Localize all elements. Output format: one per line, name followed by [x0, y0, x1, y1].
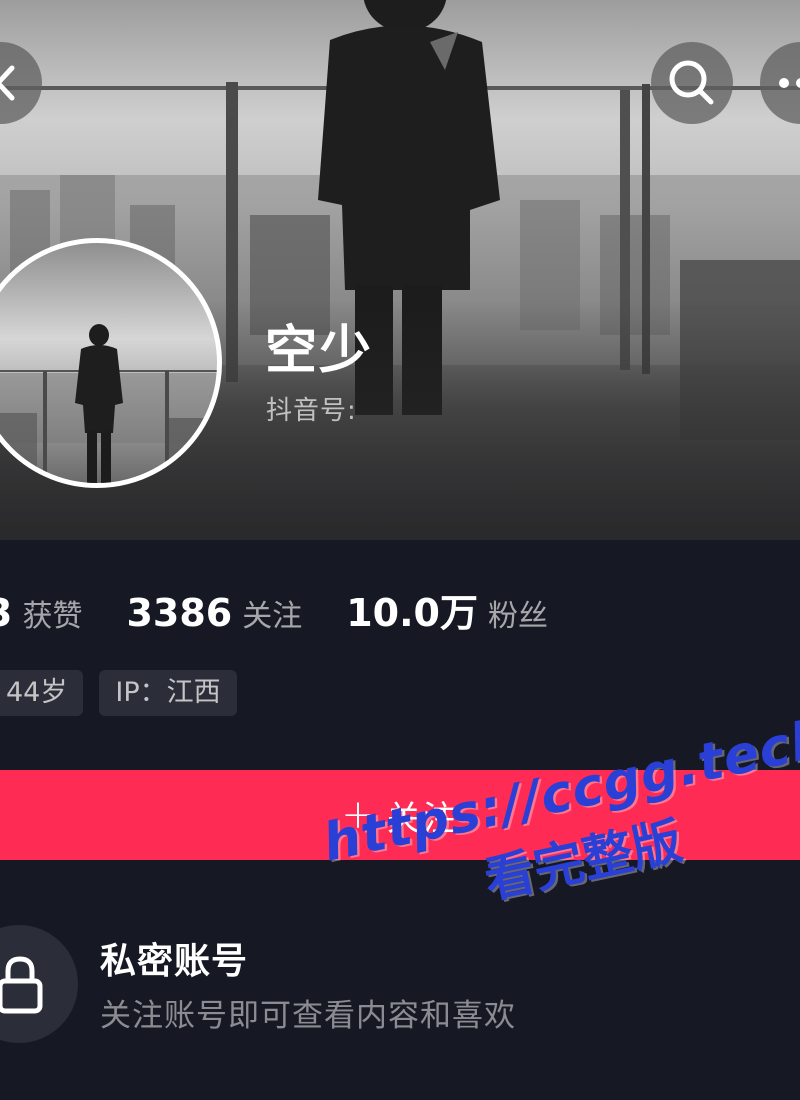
private-account-badge: [0, 925, 78, 1043]
more-dots-icon: [779, 78, 800, 88]
ip-location-tag: IP：江西: [99, 670, 237, 716]
profile-tags: 44岁 IP：江西: [0, 670, 253, 716]
stat-label: 粉丝: [487, 599, 548, 634]
stat-value: 3386: [126, 591, 233, 635]
stat-following[interactable]: 3386 关注: [126, 591, 302, 635]
private-account-title: 私密账号: [100, 941, 249, 982]
avatar-image: [0, 324, 217, 483]
profile-stats: 3 获赞 3386 关注 10.0万 粉丝: [0, 582, 592, 635]
stat-value: 10.0万: [346, 591, 478, 635]
more-button[interactable]: [760, 42, 800, 124]
avatar[interactable]: [0, 238, 222, 488]
private-account-description: 关注账号即可查看内容和喜欢: [100, 998, 516, 1034]
chevron-left-icon: [0, 65, 15, 101]
lock-icon: [0, 956, 43, 1014]
age-tag: 44岁: [0, 670, 84, 716]
watermark: https://ccgg.tech 看完整版: [318, 708, 800, 944]
back-button[interactable]: [0, 42, 42, 124]
stat-value: 3: [0, 591, 12, 635]
search-button[interactable]: [651, 42, 733, 124]
stat-label: 关注: [242, 599, 303, 634]
stat-label: 获赞: [22, 599, 83, 634]
search-icon: [669, 60, 714, 105]
stat-likes[interactable]: 3 获赞: [0, 591, 82, 635]
profile-nickname: 空少: [265, 321, 374, 381]
douyin-id-label: 抖音号:: [266, 396, 357, 426]
stat-followers[interactable]: 10.0万 粉丝: [346, 582, 548, 637]
profile-cover: 空少 抖音号:: [0, 0, 800, 540]
